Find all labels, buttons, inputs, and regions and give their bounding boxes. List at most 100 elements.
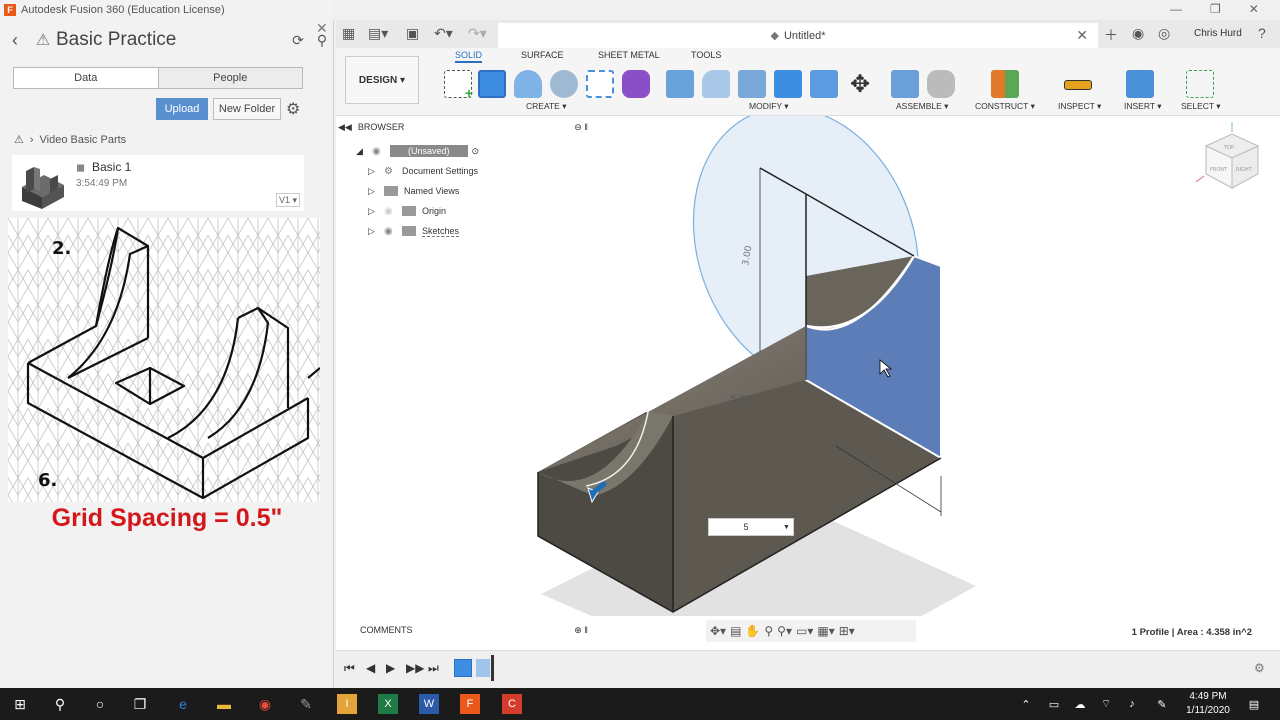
chevron-down-icon[interactable]: ▼	[783, 524, 793, 531]
gear-icon[interactable]: ⚙	[286, 99, 300, 119]
create-menu[interactable]: CREATE ▾	[526, 101, 566, 112]
chamfer-icon[interactable]	[738, 70, 766, 98]
expand-triangle-icon[interactable]: ▷	[368, 226, 378, 237]
hole-icon[interactable]	[550, 70, 578, 98]
fillet-icon[interactable]	[702, 70, 730, 98]
job-status-icon[interactable]: ◉	[1132, 25, 1144, 42]
revolve-icon[interactable]	[514, 70, 542, 98]
windows-start-icon[interactable]: ⊞	[10, 694, 30, 714]
wifi-icon[interactable]: ⌔	[1096, 694, 1116, 714]
select-menu[interactable]: SELECT ▾	[1181, 101, 1221, 112]
go-to-start-icon[interactable]: ⏮	[344, 661, 355, 676]
search-icon[interactable]: ⚲	[50, 694, 70, 714]
edge-browser-icon[interactable]: e	[173, 694, 193, 714]
word-icon[interactable]: W	[419, 694, 439, 714]
tab-tools[interactable]: TOOLS	[691, 50, 721, 60]
create-sketch-icon[interactable]: +	[444, 70, 473, 101]
play-icon[interactable]: ▶	[386, 661, 395, 675]
comments-panel[interactable]: COMMENTS ⊕ ‖	[338, 622, 588, 638]
viewports-icon[interactable]: ⊞▾	[839, 624, 855, 638]
file-explorer-icon[interactable]: ▬	[214, 694, 234, 714]
zoom-icon[interactable]: ⚲	[764, 624, 773, 638]
notifications-icon[interactable]: ◎	[1158, 25, 1170, 42]
pen-icon[interactable]: ✎	[1152, 694, 1172, 714]
step-forward-icon[interactable]: ▶▶	[406, 661, 424, 675]
redo-icon[interactable]: ↷▾	[468, 25, 487, 42]
extrude-distance-input[interactable]: 5 ▼	[708, 518, 794, 536]
user-name[interactable]: Chris Hurd	[1194, 28, 1242, 39]
orbit-icon[interactable]: ✥▾	[710, 624, 726, 638]
system-clock[interactable]: 4:49 PM 1/11/2020	[1178, 690, 1238, 718]
battery-icon[interactable]: ▭	[1044, 694, 1064, 714]
tab-data[interactable]: Data	[14, 68, 159, 88]
expand-triangle-icon[interactable]: ▷	[368, 206, 378, 217]
joint-icon[interactable]	[927, 70, 955, 98]
timeline-settings-icon[interactable]: ⚙	[1254, 661, 1265, 675]
fusion-taskbar-icon[interactable]: F	[460, 694, 480, 714]
cortana-icon[interactable]: ○	[90, 694, 110, 714]
action-center-icon[interactable]: ▤	[1244, 694, 1264, 714]
timeline-marker[interactable]	[491, 655, 494, 681]
grid-settings-icon[interactable]: ▦▾	[817, 624, 834, 638]
minimize-icon[interactable]: —	[1170, 2, 1182, 16]
visibility-eye-icon[interactable]: ◉	[384, 206, 398, 217]
browser-item-origin[interactable]: ▷ ◉ Origin	[368, 202, 446, 220]
tray-chevron-icon[interactable]: ⌃	[1016, 694, 1036, 714]
pan-icon[interactable]: ✋	[745, 624, 760, 638]
new-component-icon[interactable]	[891, 70, 919, 98]
fit-icon[interactable]: ⚲▾	[777, 624, 792, 638]
back-arrow-icon[interactable]: ‹	[0, 30, 30, 51]
search-icon[interactable]: ⚲	[310, 32, 334, 49]
chrome-icon[interactable]: ◉	[255, 694, 275, 714]
tab-surface[interactable]: SURFACE	[521, 50, 564, 60]
visibility-eye-icon[interactable]: ◉	[384, 226, 398, 237]
display-settings-icon[interactable]: ▭▾	[796, 624, 813, 638]
browser-panel-header[interactable]: ◀◀ BROWSER ⊖ ‖	[338, 120, 588, 134]
undo-icon[interactable]: ↶▾	[434, 25, 453, 42]
document-tab[interactable]: ◆ Untitled* ✕	[498, 23, 1098, 48]
help-icon[interactable]: ?	[1258, 25, 1266, 41]
press-pull-icon[interactable]	[666, 70, 694, 98]
close-tab-icon[interactable]: ✕	[1076, 27, 1088, 44]
collapse-triangle-icon[interactable]: ◢	[356, 146, 366, 157]
visibility-eye-icon[interactable]: ◉	[372, 146, 386, 157]
inspect-menu[interactable]: INSPECT ▾	[1058, 101, 1101, 112]
task-view-icon[interactable]: ❐	[130, 694, 150, 714]
construct-menu[interactable]: CONSTRUCT ▾	[975, 101, 1035, 112]
camtasia-icon[interactable]: C	[502, 694, 522, 714]
expand-triangle-icon[interactable]: ▷	[368, 166, 378, 177]
move-icon[interactable]: ✥	[846, 70, 874, 98]
app-grid-icon[interactable]: ▦	[342, 25, 355, 42]
project-home-icon[interactable]: ⚠	[14, 133, 24, 146]
inventor-icon[interactable]: I	[337, 694, 357, 714]
onedrive-icon[interactable]: ☁	[1070, 694, 1090, 714]
step-back-icon[interactable]: ◀	[366, 661, 375, 675]
combine-icon[interactable]	[810, 70, 838, 98]
modify-menu[interactable]: MODIFY ▾	[749, 101, 789, 112]
version-badge[interactable]: V1 ▾	[276, 193, 300, 207]
expand-triangle-icon[interactable]: ▷	[368, 186, 378, 197]
upload-button[interactable]: Upload	[156, 98, 208, 120]
insert-menu[interactable]: INSERT ▾	[1124, 101, 1162, 112]
new-tab-icon[interactable]: ＋	[1104, 25, 1118, 45]
measure-icon[interactable]	[1064, 80, 1092, 90]
browser-item-document-settings[interactable]: ▷ ⚙ Document Settings	[368, 162, 478, 180]
look-at-icon[interactable]: ▤	[730, 624, 741, 638]
file-menu-icon[interactable]: ▤▾	[368, 25, 388, 42]
select-icon[interactable]	[1186, 70, 1214, 98]
shell-icon[interactable]	[774, 70, 802, 98]
offset-plane-icon[interactable]	[991, 70, 1019, 98]
insert-image-icon[interactable]	[1126, 70, 1154, 98]
breadcrumb-folder[interactable]: Video Basic Parts	[40, 134, 127, 146]
timeline-extrude-feature[interactable]	[476, 659, 490, 677]
close-window-icon[interactable]: ✕	[1249, 2, 1259, 16]
viewcube[interactable]: TOP FRONT RIGHT	[1195, 122, 1260, 189]
pattern-icon[interactable]	[586, 70, 614, 98]
refresh-icon[interactable]: ⟳	[286, 32, 310, 49]
timeline-sketch-feature[interactable]	[454, 659, 472, 677]
collapse-browser-icon[interactable]: ◀◀	[338, 122, 352, 133]
save-icon[interactable]: ▣	[406, 25, 419, 42]
paint-icon[interactable]: ✎	[296, 694, 316, 714]
add-comment-icon[interactable]: ⊕ ‖	[574, 625, 588, 636]
extrude-icon[interactable]	[478, 70, 506, 98]
